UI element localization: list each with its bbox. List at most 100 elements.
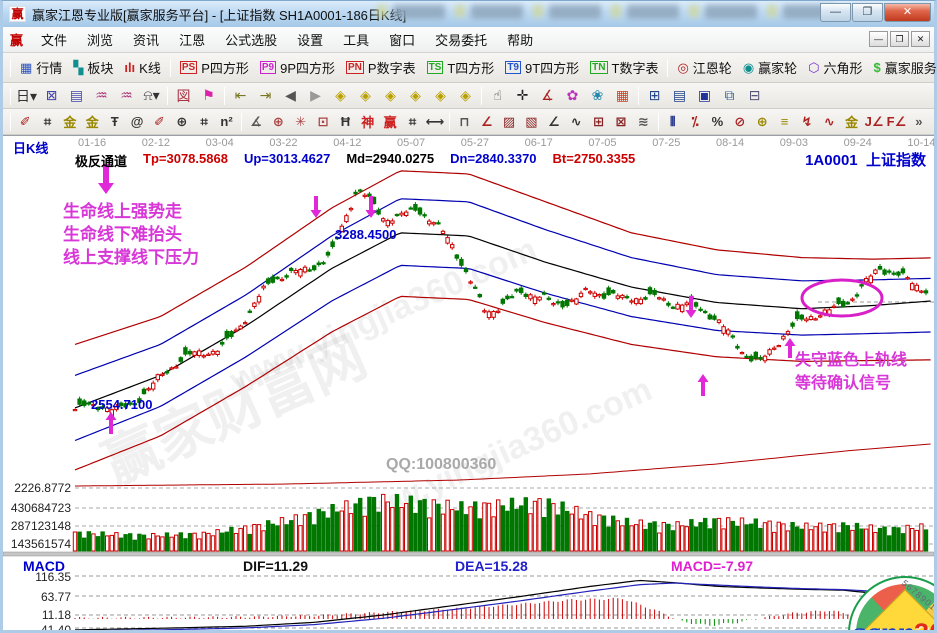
calendar-21-icon[interactable]: ▦ bbox=[610, 85, 635, 107]
wave-band-icon[interactable]: ∿ bbox=[818, 111, 840, 133]
width-measure-icon[interactable]: ⟷ bbox=[424, 111, 446, 133]
gold-circle-icon[interactable]: ⊕ bbox=[751, 111, 773, 133]
channel-md-value: Md=2940.0275 bbox=[346, 151, 435, 166]
first-page-icon[interactable]: ⇤ bbox=[228, 85, 253, 107]
diamond-nav-5-icon[interactable]: ◈ bbox=[428, 85, 453, 107]
menu-item-设置[interactable]: 设置 bbox=[287, 30, 333, 51]
gold-ratio-icon[interactable]: 金 bbox=[81, 111, 103, 133]
f-grid-icon[interactable]: Ŧ bbox=[104, 111, 126, 133]
brush-icon[interactable]: ✐ bbox=[14, 111, 36, 133]
box-fan-icon[interactable]: ▨ bbox=[498, 111, 520, 133]
kline-style-icon[interactable]: 日▾ bbox=[14, 85, 39, 107]
send-chart-icon[interactable]: ⧉ bbox=[717, 85, 742, 107]
fan-lines-icon[interactable]: ∠ bbox=[476, 111, 498, 133]
percent-icon[interactable]: % bbox=[706, 111, 728, 133]
diamond-nav-3-icon[interactable]: ◈ bbox=[378, 85, 403, 107]
title-bar[interactable]: 赢 赢家江恩专业版[赢家服务平台] - [上证指数 SH1A0001-186日K… bbox=[3, 1, 934, 27]
shen-marker-icon[interactable]: 神 bbox=[357, 111, 379, 133]
quote-list-icon[interactable]: ▤ bbox=[64, 85, 89, 107]
f-line-icon[interactable]: F∠ bbox=[885, 111, 907, 133]
page-prev-icon[interactable]: ◀ bbox=[278, 85, 303, 107]
child-close-button[interactable]: ✕ bbox=[911, 31, 930, 47]
pattern-icon[interactable]: 図 bbox=[171, 85, 196, 107]
h-marker-icon[interactable]: Ħ bbox=[334, 111, 356, 133]
toolbar-item-quotes[interactable]: ▦ 行情 bbox=[15, 55, 67, 80]
menu-item-交易委托[interactable]: 交易委托 bbox=[425, 30, 497, 51]
save-icon[interactable]: ▣ bbox=[692, 85, 717, 107]
color-flag-icon[interactable]: ⚑ bbox=[196, 85, 221, 107]
toolbar-item-p-square[interactable]: PS P四方形 bbox=[175, 55, 254, 80]
ruler-123-icon[interactable]: ⌗ bbox=[401, 111, 423, 133]
page-next-icon[interactable]: ▶ bbox=[303, 85, 328, 107]
menu-item-文件[interactable]: 文件 bbox=[31, 30, 77, 51]
trend-angle-icon[interactable]: ∠ bbox=[543, 111, 565, 133]
hand-pointer-icon[interactable]: ☝ bbox=[485, 85, 510, 107]
angle-tool-icon[interactable]: ∡ bbox=[245, 111, 267, 133]
net-chart-icon[interactable]: ⊠ bbox=[39, 85, 64, 107]
price-flag-icon[interactable]: ↯ bbox=[796, 111, 818, 133]
toolbar-item-gann-wheel[interactable]: ◎ 江恩轮 bbox=[672, 55, 736, 80]
menu-item-浏览[interactable]: 浏览 bbox=[77, 30, 123, 51]
price-grid-icon[interactable]: ⌗ bbox=[36, 111, 58, 133]
theme-icon[interactable]: ❀ bbox=[585, 85, 610, 107]
toolbar-item-t-square[interactable]: TS T四方形 bbox=[422, 55, 500, 80]
menu-item-资讯[interactable]: 资讯 bbox=[123, 30, 169, 51]
diamond-nav-1-icon[interactable]: ◈ bbox=[328, 85, 353, 107]
grid-x-icon[interactable]: ⊠ bbox=[610, 111, 632, 133]
gold-level-icon[interactable]: 金 bbox=[841, 111, 863, 133]
toolbar-item-hexagon[interactable]: ⬡ 六角形 bbox=[803, 55, 867, 80]
notes-icon[interactable]: ▤ bbox=[667, 85, 692, 107]
grid-3-icon[interactable]: ⊞ bbox=[587, 111, 609, 133]
child-restore-button[interactable]: ❐ bbox=[890, 31, 909, 47]
child-minimize-button[interactable]: — bbox=[869, 31, 888, 47]
door-tool-icon[interactable]: ⊓ bbox=[453, 111, 475, 133]
gift-icon[interactable]: ✿ bbox=[560, 85, 585, 107]
circle-degree-icon[interactable]: ⊕ bbox=[171, 111, 193, 133]
more-tools-icon[interactable]: » bbox=[908, 111, 930, 133]
percent-line-icon[interactable]: ⁒ bbox=[684, 111, 706, 133]
wave-9-icon[interactable]: ♒ bbox=[114, 85, 139, 107]
box-grid-icon[interactable]: ▧ bbox=[520, 111, 542, 133]
menu-item-窗口[interactable]: 窗口 bbox=[379, 30, 425, 51]
win-marker-icon[interactable]: 赢 bbox=[379, 111, 401, 133]
menu-item-工具[interactable]: 工具 bbox=[333, 30, 379, 51]
star-lines-icon[interactable]: ✳ bbox=[290, 111, 312, 133]
close-button[interactable]: ✕ bbox=[884, 3, 931, 22]
minimize-button[interactable]: — bbox=[820, 3, 851, 22]
restore-button[interactable]: ❐ bbox=[852, 3, 883, 22]
toolbar-item-9p-square[interactable]: P9 9P四方形 bbox=[255, 55, 340, 80]
diamond-nav-2-icon[interactable]: ◈ bbox=[353, 85, 378, 107]
menu-item-江恩[interactable]: 江恩 bbox=[169, 30, 215, 51]
calculator-icon[interactable]: ⊞ bbox=[642, 85, 667, 107]
percent-circle-icon[interactable]: ⊘ bbox=[729, 111, 751, 133]
spiral-icon[interactable]: @ bbox=[126, 111, 148, 133]
toolbar-item-winner-wheel[interactable]: ◉ 赢家轮 bbox=[738, 55, 802, 80]
menu-item-帮助[interactable]: 帮助 bbox=[497, 30, 543, 51]
menu-item-公式选股[interactable]: 公式选股 bbox=[215, 30, 287, 51]
diamond-nav-6-icon[interactable]: ◈ bbox=[453, 85, 478, 107]
pencil-2-icon[interactable]: ✐ bbox=[148, 111, 170, 133]
gold-grid-icon[interactable]: 金 bbox=[59, 111, 81, 133]
j-line-icon[interactable]: J∠ bbox=[863, 111, 885, 133]
n2-square-icon[interactable]: n² bbox=[215, 111, 237, 133]
gold-line-icon[interactable]: ≡ bbox=[773, 111, 795, 133]
grid-2-icon[interactable]: ⌗ bbox=[193, 111, 215, 133]
toolbar-item-winner-service[interactable]: $ 赢家服务 bbox=[869, 55, 937, 80]
toolbar-item-p-table[interactable]: PN P数字表 bbox=[341, 55, 421, 80]
crosshair-icon[interactable]: ✛ bbox=[510, 85, 535, 107]
toolbar-item-t-table[interactable]: TN T数字表 bbox=[585, 55, 663, 80]
toolbar-item-9t-square[interactable]: T9 9T四方形 bbox=[500, 55, 584, 80]
multi-lines-icon[interactable]: ≋ bbox=[632, 111, 654, 133]
wave-3-icon[interactable]: ♒ bbox=[89, 85, 114, 107]
candle-style-icon[interactable]: ⍾▾ bbox=[139, 85, 164, 107]
gann-circle-icon[interactable]: ⊕ bbox=[267, 111, 289, 133]
toolbar-item-kline[interactable]: ılı K线 bbox=[119, 55, 166, 80]
last-page-icon[interactable]: ⇥ bbox=[253, 85, 278, 107]
box-target-icon[interactable]: ⊡ bbox=[312, 111, 334, 133]
diamond-nav-4-icon[interactable]: ◈ bbox=[403, 85, 428, 107]
angle-measure-icon[interactable]: ∡ bbox=[535, 85, 560, 107]
toolbar-item-sectors[interactable]: ▚ 板块 bbox=[68, 55, 118, 80]
wave-check-icon[interactable]: ∿ bbox=[565, 111, 587, 133]
print-icon[interactable]: ⊟ bbox=[742, 85, 767, 107]
percent-bars-icon[interactable]: ⫴ bbox=[662, 111, 684, 133]
